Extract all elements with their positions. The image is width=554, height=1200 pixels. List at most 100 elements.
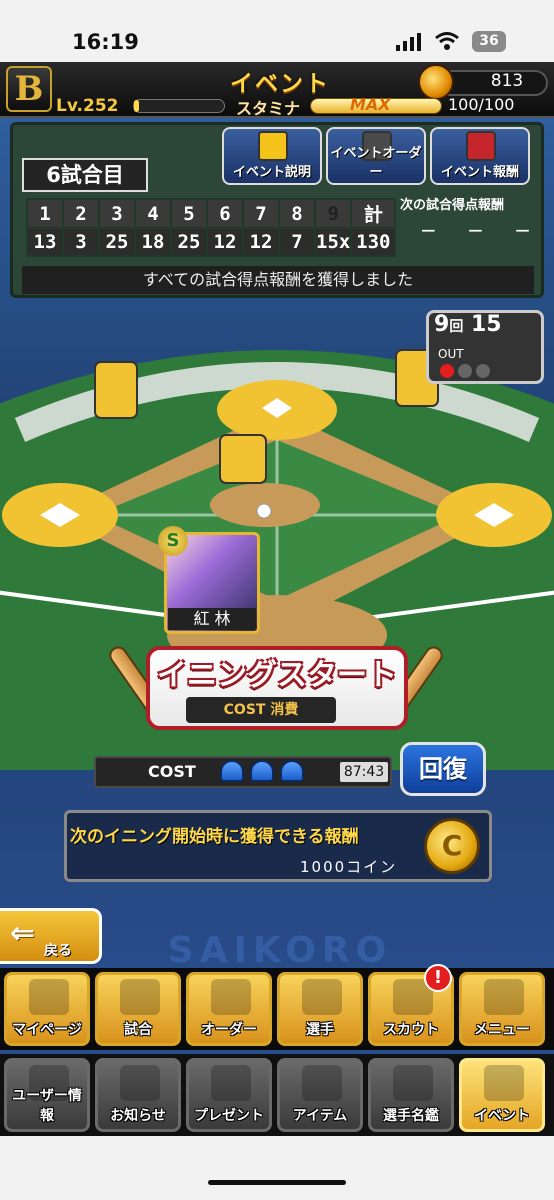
inning-cell: 7 — [242, 198, 280, 229]
game-number-label: 6試合目 — [22, 158, 148, 192]
event-order-button[interactable]: イベントオーダー — [326, 127, 426, 185]
inning-header-row: 1 2 3 4 5 6 7 8 9 計 — [26, 198, 397, 229]
back-label: 戻る — [44, 943, 72, 959]
stamina-label: スタミナ — [236, 99, 301, 118]
battery-icon: 36 — [472, 31, 506, 52]
nav-label: プレゼント — [194, 1108, 264, 1124]
nav-items[interactable]: アイテム — [277, 1058, 363, 1132]
nav-news[interactable]: お知らせ — [95, 1058, 181, 1132]
nav-label: ユーザー情報 — [12, 1088, 82, 1124]
current-score: 15 — [470, 312, 502, 337]
mypage-icon — [29, 979, 69, 1015]
event-ball-icon — [484, 1065, 524, 1101]
player-directory-icon — [393, 1065, 433, 1101]
event-reward-label: イベント報酬 — [440, 165, 519, 180]
inning-cell: 2 — [62, 198, 100, 229]
nav-label: イベント — [474, 1108, 530, 1124]
nav-label: アイテム — [292, 1108, 348, 1124]
field-icon — [211, 979, 251, 1015]
out-dot — [458, 364, 472, 378]
nav-present[interactable]: プレゼント — [186, 1058, 272, 1132]
nav-label: お知らせ — [110, 1108, 166, 1124]
nav-player-directory[interactable]: 選手名鑑 — [368, 1058, 454, 1132]
inning-cell: 1 — [26, 198, 64, 229]
score-cell: 13 — [26, 227, 64, 257]
home-bar-area — [0, 1140, 554, 1200]
level-value: 252 — [83, 96, 119, 116]
inning-number: 9 — [434, 312, 450, 337]
help-icon — [258, 131, 288, 161]
alert-badge: ! — [424, 964, 452, 992]
recover-button[interactable]: 回復 — [400, 742, 486, 796]
inning-score-table: 1 2 3 4 5 6 7 8 9 計 13 3 25 18 25 12 12 … — [26, 198, 397, 257]
event-reward-button[interactable]: イベント報酬 — [430, 127, 530, 185]
inning-cell: 4 — [134, 198, 172, 229]
score-cell: 12 — [206, 227, 244, 257]
treasure-chest-icon — [466, 131, 496, 161]
nav-order[interactable]: オーダー — [186, 972, 272, 1046]
nav-label: メニュー — [474, 1022, 530, 1038]
event-info-button[interactable]: イベント説明 — [222, 127, 322, 185]
nav-label: マイページ — [12, 1022, 82, 1038]
rank-badge: S — [158, 526, 188, 556]
menu-character-icon — [484, 979, 524, 1015]
inning-cell-current: 9 — [313, 198, 353, 229]
app-screen: 16:19 36 B イベント 813 Lv.252 スタミナ MAX 100/… — [0, 0, 554, 1200]
nav-event[interactable]: イベント — [459, 1058, 545, 1132]
item-book-icon — [302, 1065, 342, 1101]
home-indicator[interactable] — [208, 1180, 346, 1185]
level-prefix: Lv. — [56, 96, 83, 116]
coin-count: 813 — [490, 71, 524, 91]
inning-cell: 8 — [278, 198, 316, 229]
stamina-max-label: MAX — [350, 95, 391, 114]
out-dot — [476, 364, 490, 378]
inning-indicator: 9回 15 — [434, 312, 502, 337]
team-logo: B — [6, 66, 52, 112]
player-card-name: 紅 林 — [168, 608, 256, 630]
nav-menu[interactable]: メニュー — [459, 972, 545, 1046]
stamina-value: 100/100 — [448, 95, 515, 114]
score-row: 13 3 25 18 25 12 12 7 15x 130 — [26, 227, 397, 257]
nav-user-info[interactable]: ユーザー情報 — [4, 1058, 90, 1132]
inning-reward-title: 次のイニング開始時に獲得できる報酬 — [70, 827, 359, 847]
level-display: Lv.252 — [56, 96, 119, 116]
inning-cell-total: 計 — [350, 198, 397, 229]
primary-nav: マイページ 試合 オーダー 選手 スカウト メニュー — [0, 968, 554, 1050]
nav-mypage[interactable]: マイページ — [4, 972, 90, 1046]
exp-bar — [133, 99, 225, 113]
inning-cell: 6 — [206, 198, 244, 229]
nav-label: 選手名鑑 — [383, 1108, 439, 1124]
secondary-nav: ユーザー情報 お知らせ プレゼント アイテム 選手名鑑 イベント — [0, 1054, 554, 1136]
inning-cell: 5 — [170, 198, 208, 229]
score-cell: 25 — [170, 227, 208, 257]
score-cell-total: 130 — [350, 227, 397, 257]
cost-recovery-timer: 87:43 — [340, 762, 388, 782]
score-cell: 15x — [313, 227, 353, 257]
inning-reward-value: 1000コイン — [300, 858, 398, 876]
score-cell: 3 — [62, 227, 100, 257]
out-dot — [440, 364, 454, 378]
page-title: イベント — [230, 71, 330, 97]
inning-start-label: イニングスタート — [157, 658, 397, 693]
helmet-icon — [250, 760, 274, 782]
cost-consume-label: COST 消費 — [186, 697, 336, 723]
event-order-label: イベントオーダー — [330, 146, 422, 180]
score-cell: 25 — [98, 227, 136, 257]
helmet-icon — [220, 760, 244, 782]
nav-label: 試合 — [124, 1022, 152, 1038]
wifi-icon — [435, 32, 459, 50]
gift-icon — [211, 1065, 251, 1101]
nav-match[interactable]: 試合 — [95, 972, 181, 1046]
news-icon — [120, 1065, 160, 1101]
next-reward-value: − − − — [420, 218, 543, 242]
signal-icon — [396, 33, 421, 51]
stadium-watermark: SAIKORO — [167, 930, 393, 971]
nav-players[interactable]: 選手 — [277, 972, 363, 1046]
inning-unit: 回 — [449, 319, 464, 335]
event-info-label: イベント説明 — [232, 165, 311, 180]
status-time: 16:19 — [72, 30, 139, 54]
score-cell: 12 — [242, 227, 280, 257]
out-label: OUT — [438, 347, 464, 361]
nav-label: スカウト — [383, 1022, 439, 1038]
coin-icon: C — [424, 818, 480, 874]
